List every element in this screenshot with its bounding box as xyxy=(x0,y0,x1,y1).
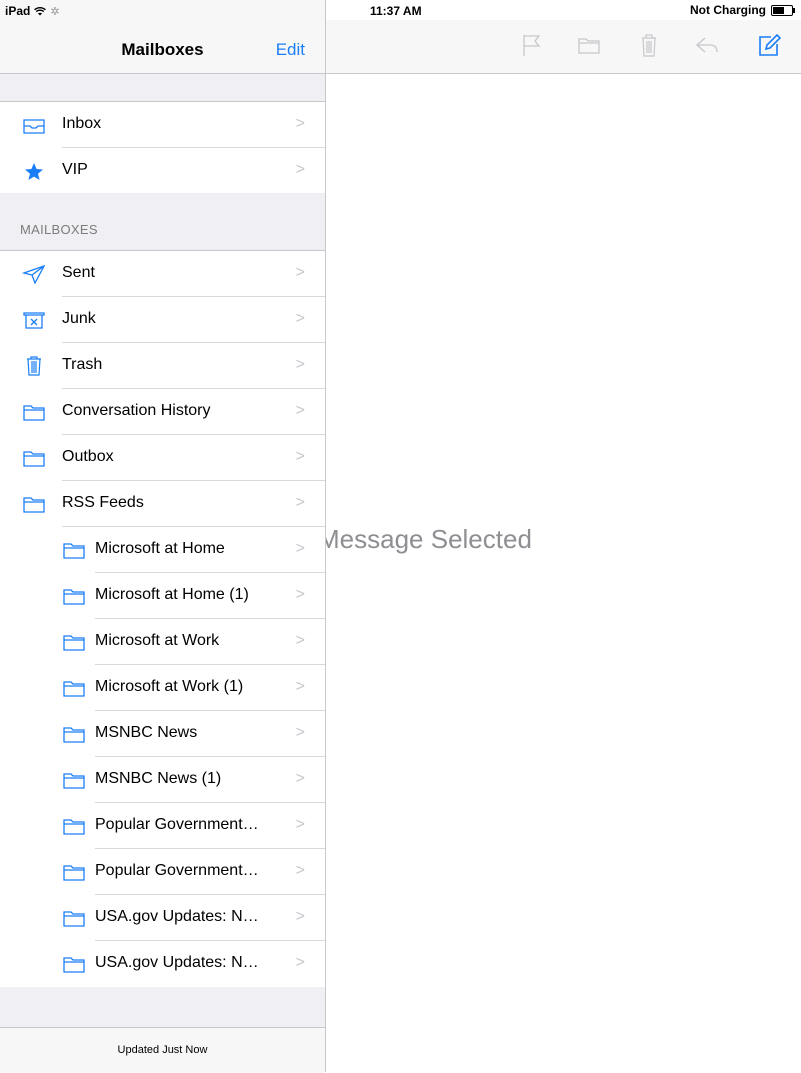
section-gap xyxy=(0,987,325,1027)
mailbox-row[interactable]: Conversation History > xyxy=(0,389,325,435)
folder-icon xyxy=(62,816,86,836)
chevron-right-icon: > xyxy=(295,724,305,741)
trash-icon xyxy=(22,356,46,376)
folder-icon xyxy=(22,402,46,422)
mailbox-row[interactable]: MSNBC News > xyxy=(0,711,325,757)
device-name: iPad xyxy=(5,4,31,18)
folder-icon xyxy=(62,724,86,744)
chevron-right-icon: > xyxy=(295,862,305,879)
chevron-right-icon: > xyxy=(295,161,305,178)
mailboxes-list: Sent > Junk > Trash > Conversation History > Out… xyxy=(0,250,325,988)
folder-icon xyxy=(62,678,86,698)
folder-icon xyxy=(22,494,46,514)
edit-button[interactable]: Edit xyxy=(276,40,305,60)
status-bar: iPad ✲ 11:37 AM Not Charging xyxy=(0,0,801,20)
section-gap xyxy=(0,74,325,101)
mailbox-label: Conversation History xyxy=(62,402,211,419)
activity-icon: ✲ xyxy=(50,5,60,18)
chevron-right-icon: > xyxy=(295,264,305,281)
mailbox-row[interactable]: Popular Government… > xyxy=(0,849,325,895)
chevron-right-icon: > xyxy=(295,908,305,925)
star-icon xyxy=(22,161,46,181)
mailbox-label: Microsoft at Work xyxy=(95,632,220,649)
folder-icon xyxy=(62,586,86,606)
mailbox-label: MSNBC News xyxy=(95,724,198,741)
mailbox-label: Popular Government… xyxy=(95,862,259,879)
chevron-right-icon: > xyxy=(295,115,305,132)
mailbox-label: USA.gov Updates: N… xyxy=(95,954,259,971)
chevron-right-icon: > xyxy=(295,494,305,511)
inbox-icon xyxy=(22,115,46,135)
folder-icon xyxy=(62,908,86,928)
mailbox-row[interactable]: Popular Government… > xyxy=(0,803,325,849)
mailbox-row[interactable]: Sent > xyxy=(0,251,325,297)
mailbox-label: Outbox xyxy=(62,448,114,465)
no-message-placeholder: Message Selected xyxy=(326,524,532,554)
sent-icon xyxy=(21,264,46,285)
chevron-right-icon: > xyxy=(295,448,305,465)
trash-icon[interactable] xyxy=(636,32,662,58)
mailboxes-pane: Mailboxes Edit Inbox > VIP > MAILBOXES Sent… xyxy=(0,0,325,1073)
chevron-right-icon: > xyxy=(295,356,305,373)
mailbox-label: Trash xyxy=(62,356,103,373)
mailbox-row[interactable]: VIP > xyxy=(0,148,325,194)
chevron-right-icon: > xyxy=(295,402,305,419)
mailbox-label: Sent xyxy=(62,264,95,281)
chevron-right-icon: > xyxy=(295,816,305,833)
chevron-right-icon: > xyxy=(295,632,305,649)
mailbox-row[interactable]: MSNBC News (1) > xyxy=(0,757,325,803)
status-time: 11:37 AM xyxy=(370,4,422,18)
mailbox-row[interactable]: Microsoft at Home > xyxy=(0,527,325,573)
mailbox-label: Popular Government… xyxy=(95,816,259,833)
flag-icon[interactable] xyxy=(519,32,545,58)
move-folder-icon[interactable] xyxy=(576,32,602,58)
mailbox-row[interactable]: Microsoft at Work > xyxy=(0,619,325,665)
mailbox-row[interactable]: Junk > xyxy=(0,297,325,343)
junk-icon xyxy=(22,310,46,330)
folder-icon xyxy=(22,448,46,468)
mailbox-row[interactable]: RSS Feeds > xyxy=(0,481,325,527)
mailbox-label: VIP xyxy=(62,161,88,178)
battery-status: Not Charging xyxy=(690,3,766,17)
mailbox-label: RSS Feeds xyxy=(62,494,144,511)
mailbox-label: Microsoft at Home xyxy=(95,540,225,557)
reply-icon[interactable] xyxy=(694,32,720,58)
chevron-right-icon: > xyxy=(295,540,305,557)
folder-icon xyxy=(62,632,86,652)
mailbox-row[interactable]: USA.gov Updates: N… > xyxy=(0,941,325,987)
mailbox-row[interactable]: Inbox > xyxy=(0,102,325,148)
chevron-right-icon: > xyxy=(295,770,305,787)
mailboxes-footer: Updated Just Now xyxy=(0,1027,325,1073)
wifi-icon xyxy=(34,6,47,15)
folder-icon xyxy=(62,954,86,974)
chevron-right-icon: > xyxy=(295,310,305,327)
section-header-mailboxes: MAILBOXES xyxy=(20,222,98,237)
update-status: Updated Just Now xyxy=(117,1044,208,1056)
mailbox-label: USA.gov Updates: N… xyxy=(95,908,259,925)
folder-icon xyxy=(62,540,86,560)
mailbox-row[interactable]: Microsoft at Home (1) > xyxy=(0,573,325,619)
mailboxes-navbar: Mailboxes Edit xyxy=(0,20,325,74)
mailbox-label: MSNBC News (1) xyxy=(95,770,222,787)
favorites-list: Inbox > VIP > xyxy=(0,101,325,195)
folder-icon xyxy=(62,862,86,882)
chevron-right-icon: > xyxy=(295,954,305,971)
battery-icon xyxy=(771,4,795,16)
mailbox-label: Inbox xyxy=(62,115,102,132)
mailbox-label: Microsoft at Work (1) xyxy=(95,678,244,695)
mailbox-row[interactable]: Outbox > xyxy=(0,435,325,481)
mailbox-label: Microsoft at Home (1) xyxy=(95,586,249,603)
chevron-right-icon: > xyxy=(295,586,305,603)
folder-icon xyxy=(62,770,86,790)
mailbox-row[interactable]: Microsoft at Work (1) > xyxy=(0,665,325,711)
chevron-right-icon: > xyxy=(295,678,305,695)
compose-icon[interactable] xyxy=(756,32,782,58)
mailbox-row[interactable]: USA.gov Updates: N… > xyxy=(0,895,325,941)
message-toolbar xyxy=(326,20,801,74)
mailbox-row[interactable]: Trash > xyxy=(0,343,325,389)
mailbox-label: Junk xyxy=(62,310,96,327)
